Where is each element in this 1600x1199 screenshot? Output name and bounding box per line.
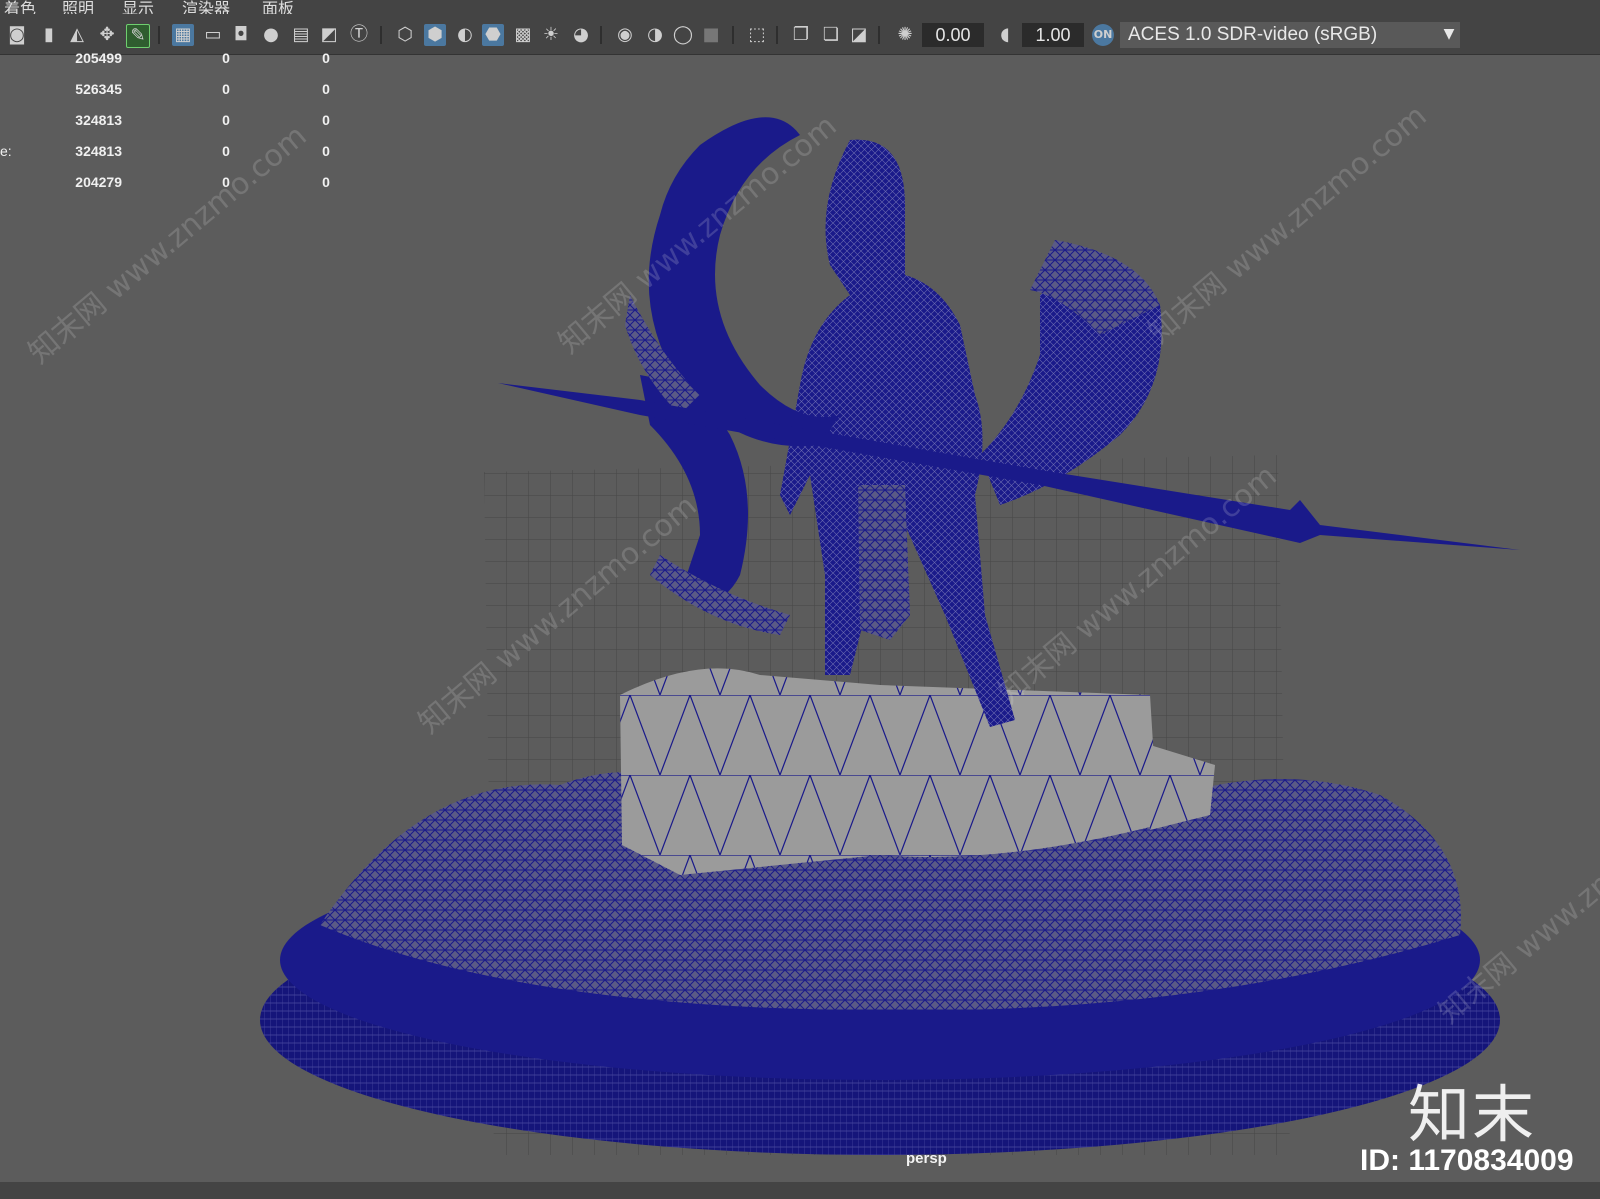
2d-pan-icon[interactable]: ✥ (96, 24, 118, 46)
menu-panels[interactable]: 面板 (262, 0, 294, 14)
safe-title-icon[interactable]: Ⓣ (348, 24, 370, 46)
wireframe-on-shaded-icon[interactable]: ⬣ (482, 24, 504, 46)
toolbar-separator (600, 26, 602, 44)
toolbar-separator (158, 26, 160, 44)
color-management-icon[interactable]: ON (1092, 24, 1114, 46)
field-chart-icon[interactable]: ▤ (290, 24, 312, 46)
hud-value: 0 (322, 143, 330, 159)
hud-value: 204279 (75, 174, 122, 190)
hud-value: 526345 (75, 81, 122, 97)
hud-value: 0 (222, 112, 230, 128)
safe-action-icon[interactable]: ◩ (318, 24, 340, 46)
xray-icon[interactable]: ▩ (512, 24, 534, 46)
time-slider-strip[interactable] (0, 1182, 1600, 1199)
color-space-dropdown[interactable]: ACES 1.0 SDR-video (sRGB) (1120, 22, 1460, 48)
toolbar-separator (776, 26, 778, 44)
toolbar-separator (732, 26, 734, 44)
menu-show[interactable]: 显示 (122, 0, 154, 14)
bookmark-icon[interactable]: ▮ (38, 24, 60, 46)
anti-aliasing-icon[interactable]: ◯ (672, 24, 694, 46)
hud-row-label: e: (0, 143, 12, 159)
hud-value: 0 (322, 112, 330, 128)
hud-value: 205499 (75, 50, 122, 66)
brand-logo: 知末 (1408, 1078, 1537, 1151)
hud-value: 0 (222, 50, 230, 66)
menu-shading[interactable]: 着色 (4, 0, 36, 14)
menu-renderer[interactable]: 渲染器 (182, 0, 230, 14)
hud-value: 324813 (75, 143, 122, 159)
hud-value: 324813 (75, 112, 122, 128)
viewport-canvas[interactable] (0, 55, 1600, 1182)
resolution-gate-icon[interactable]: ◘ (230, 24, 252, 46)
camera-name-label: persp (906, 1150, 947, 1167)
viewport-toolbar: ◙ ▮ ◭ ✥ ✎ ▦ ▭ ◘ ● ▤ ◩ Ⓣ ⬡ ⬢ ◐ ⬣ ▩ ☀ ◕ ◉ … (0, 14, 1600, 55)
film-gate-icon[interactable]: ▭ (202, 24, 224, 46)
default-material-icon[interactable]: ◐ (454, 24, 476, 46)
gamma-icon[interactable]: ◖ (994, 24, 1016, 46)
grease-pencil-icon[interactable]: ✎ (126, 24, 150, 48)
grid-icon[interactable]: ▦ (172, 24, 194, 46)
gate-mask-icon[interactable]: ● (260, 24, 282, 46)
exposure-icon[interactable]: ✺ (894, 24, 916, 46)
backface-icon[interactable]: ◪ (848, 24, 870, 46)
hud-value: 0 (222, 81, 230, 97)
menu-lighting[interactable]: 照明 (62, 0, 94, 14)
hud-value: 0 (222, 143, 230, 159)
xray-active-icon[interactable]: ❏ (820, 24, 842, 46)
toolbar-separator (380, 26, 382, 44)
gamma-field[interactable]: 1.00 (1022, 23, 1084, 47)
lights-icon[interactable]: ☀ (540, 24, 562, 46)
isolate-select-icon[interactable]: ⬚ (746, 24, 768, 46)
motion-blur-icon[interactable]: ◑ (644, 24, 666, 46)
image-plane-icon[interactable]: ◭ (66, 24, 88, 46)
chevron-down-icon[interactable]: ▼ (1438, 26, 1460, 46)
ambient-occlusion-icon[interactable]: ◉ (614, 24, 636, 46)
menu-bar: 着色 照明 显示 渲染器 面板 (0, 0, 1600, 14)
hud-value: 0 (322, 174, 330, 190)
hud-value: 0 (322, 50, 330, 66)
asset-id-label: ID: 1170834009 (1360, 1144, 1574, 1177)
toolbar-separator (878, 26, 880, 44)
depth-of-field-icon[interactable]: ■ (700, 24, 722, 46)
xray-joints-icon[interactable]: ❐ (790, 24, 812, 46)
hud-value: 0 (322, 81, 330, 97)
wireframe-icon[interactable]: ⬡ (394, 24, 416, 46)
camera-icon[interactable]: ◙ (6, 24, 28, 46)
shadows-icon[interactable]: ◕ (570, 24, 592, 46)
smooth-shade-icon[interactable]: ⬢ (424, 24, 446, 46)
exposure-field[interactable]: 0.00 (922, 23, 984, 47)
